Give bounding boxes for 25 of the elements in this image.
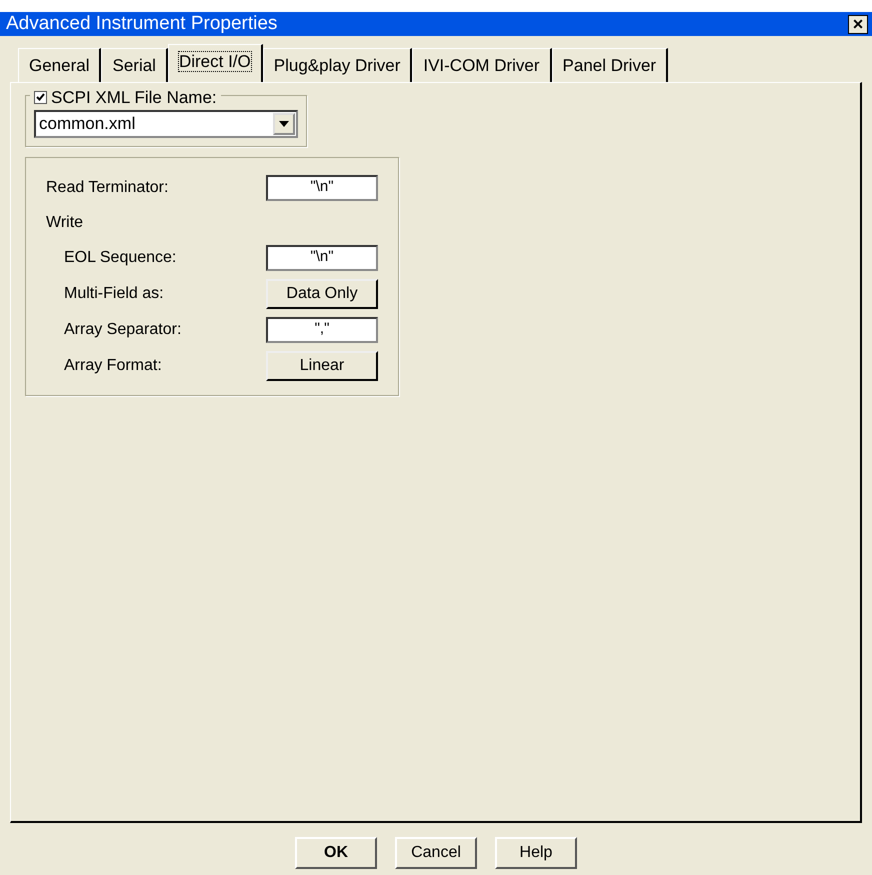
window-title: Advanced Instrument Properties <box>6 12 278 36</box>
setting-label: Array Separator: <box>64 320 182 340</box>
option-button[interactable]: Data Only <box>266 278 378 308</box>
tab[interactable]: General <box>18 48 102 82</box>
text-field[interactable]: "," <box>266 316 378 342</box>
tab[interactable]: Direct I/O <box>168 44 263 82</box>
checkbox[interactable] <box>34 90 47 104</box>
tab[interactable]: IVI-COM Driver <box>412 48 552 82</box>
close-button[interactable]: × <box>848 14 868 34</box>
setting-label: Multi-Field as: <box>64 284 164 304</box>
tab[interactable]: Plug&play Driver <box>262 48 412 82</box>
setting-label: Array Format: <box>64 356 162 376</box>
option-button[interactable]: Linear <box>266 350 378 380</box>
dialog-button[interactable]: Cancel <box>395 837 477 869</box>
tab[interactable]: Serial <box>101 48 168 82</box>
tab[interactable]: Panel Driver <box>552 48 668 82</box>
file-dropdown[interactable]: common.xml <box>34 110 298 138</box>
text-field[interactable]: "\n" <box>266 174 378 200</box>
text-field[interactable]: "\n" <box>266 244 378 270</box>
dialog-button[interactable]: OK <box>295 837 377 869</box>
section-label: Write <box>46 212 84 232</box>
setting-label: Read Terminator: <box>46 178 168 198</box>
dialog-button[interactable]: Help <box>495 837 577 869</box>
setting-label: EOL Sequence: <box>64 248 176 268</box>
checkbox-label: SCPI XML File Name: <box>51 86 217 108</box>
